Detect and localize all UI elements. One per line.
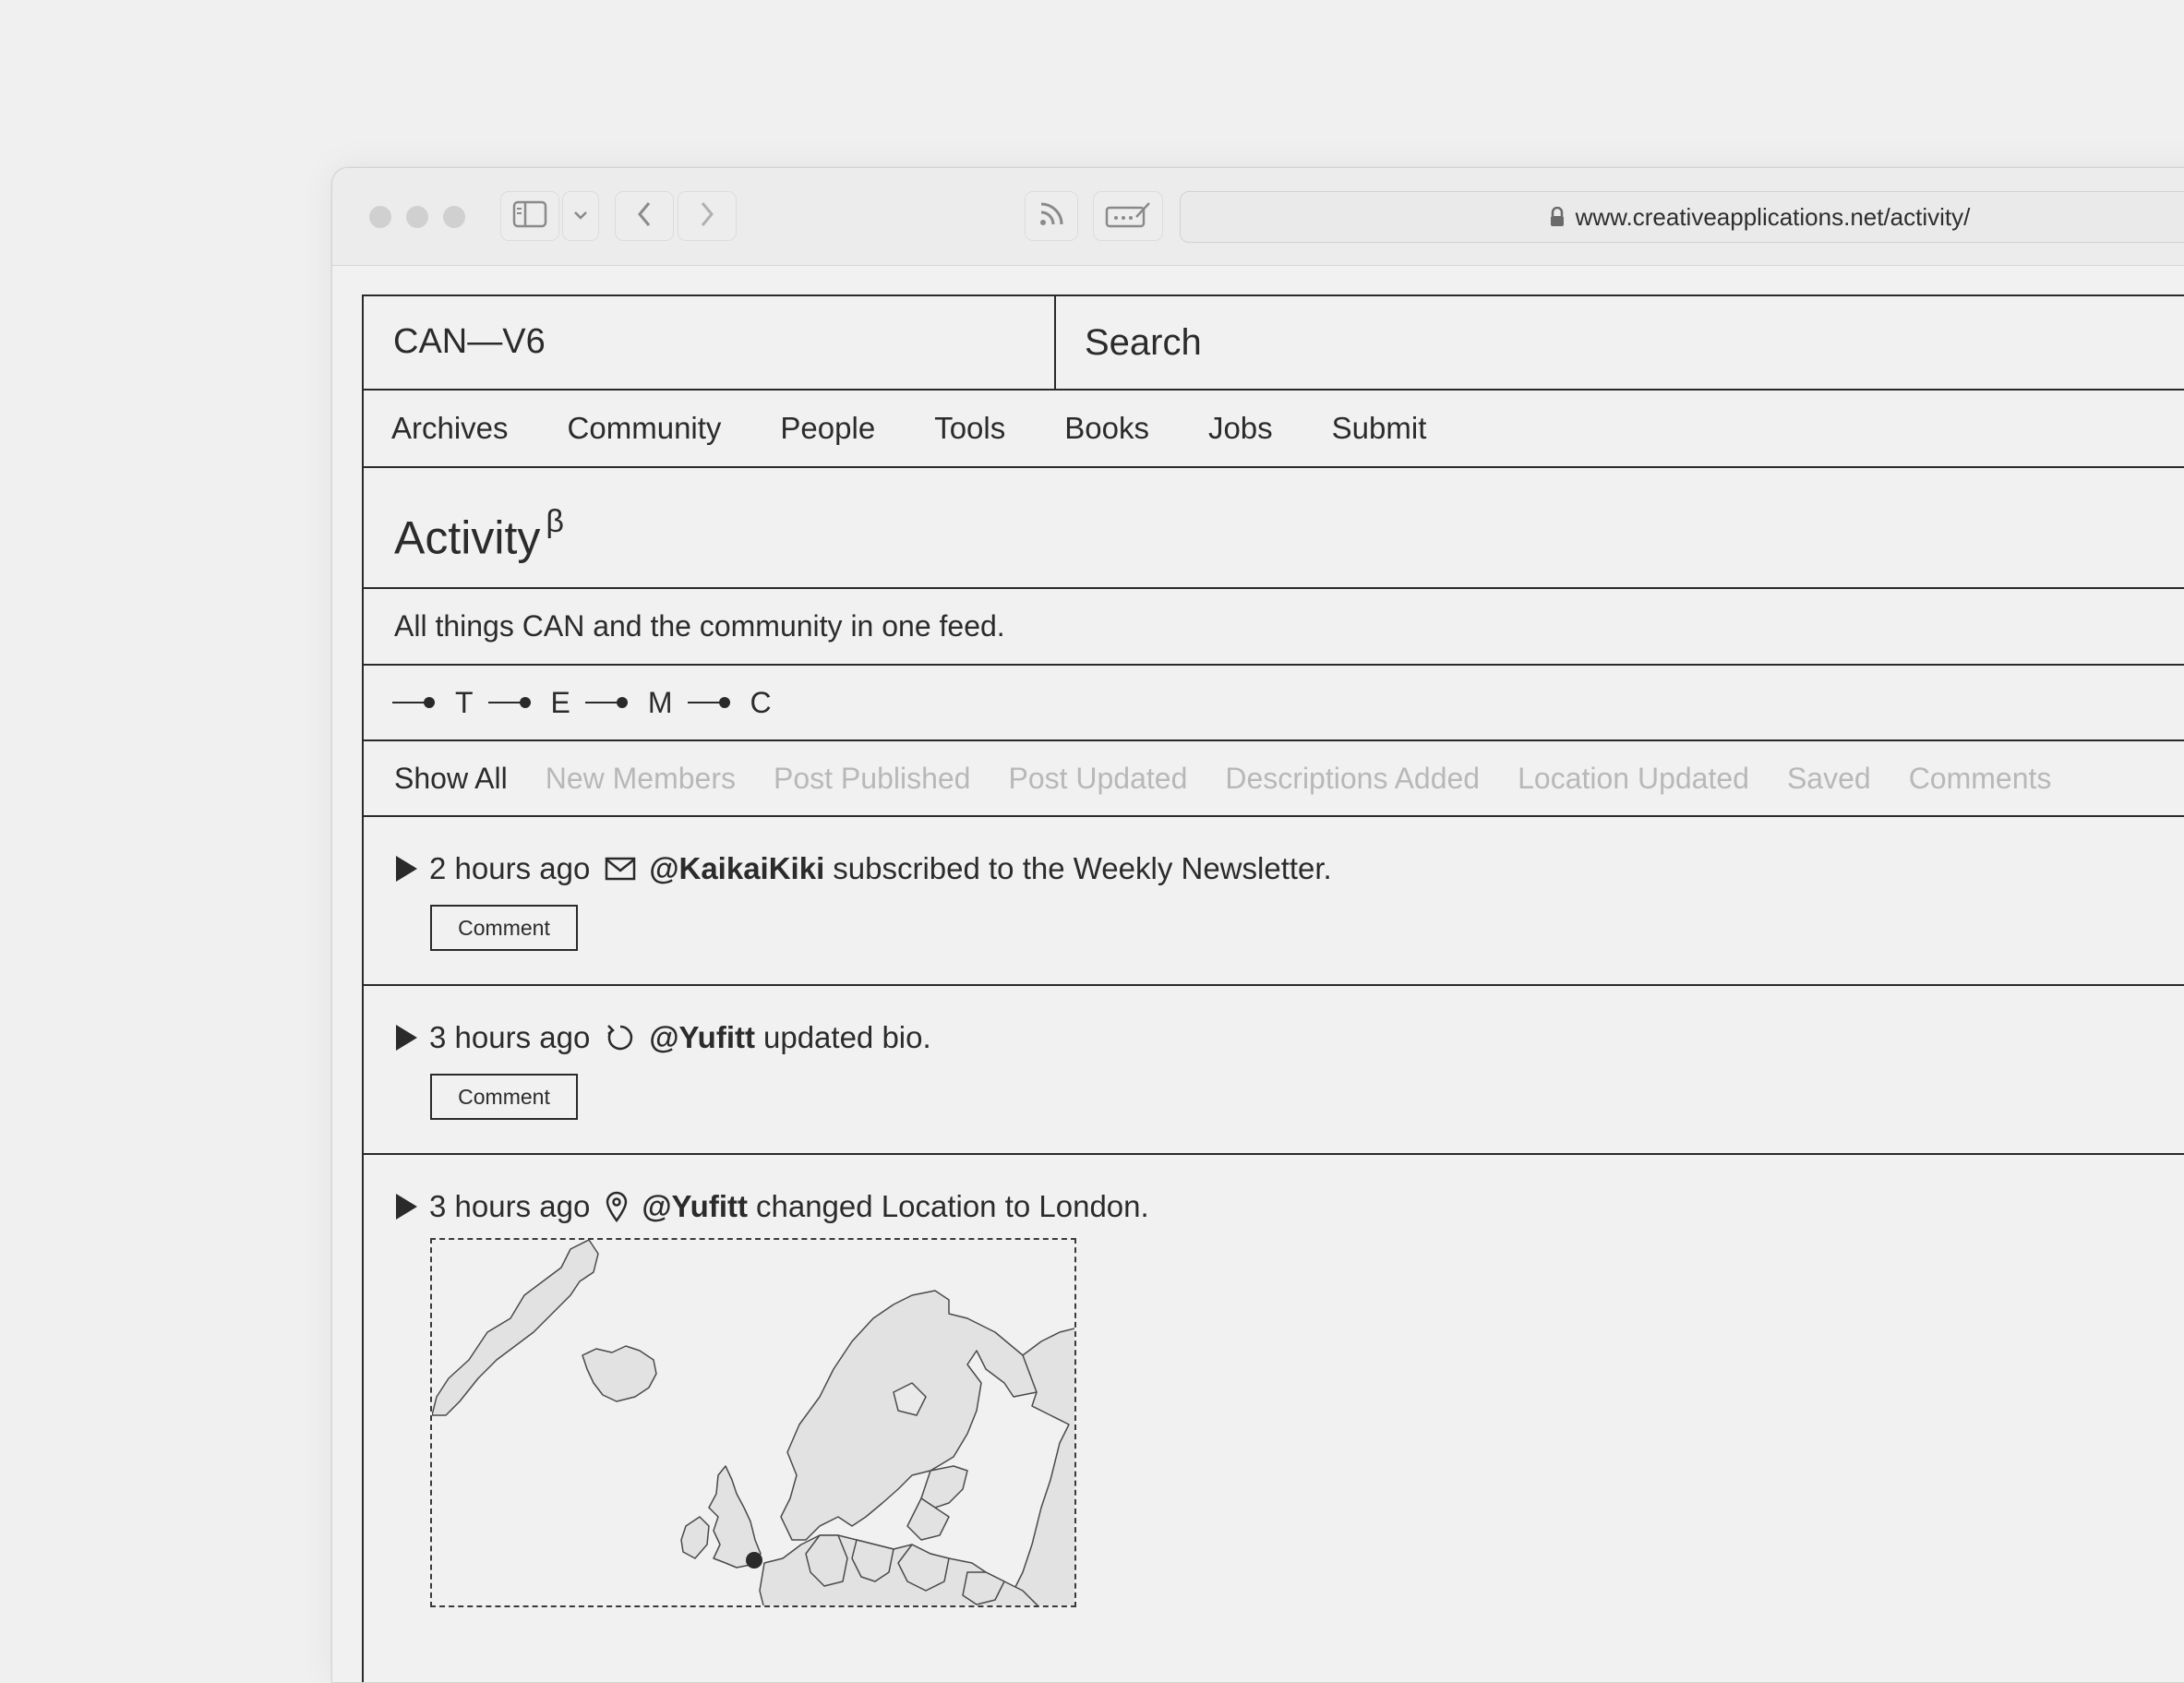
- page-title: Activity β: [364, 468, 2184, 597]
- username-link[interactable]: @Yufitt: [649, 1020, 755, 1055]
- browser-toolbar: www.creativeapplications.net/activity/: [332, 168, 2184, 266]
- legend-row: T E M C: [364, 666, 2184, 741]
- minimize-window-button[interactable]: [406, 206, 428, 228]
- sidebar-icon: [512, 200, 547, 233]
- filter-location-updated[interactable]: Location Updated: [1518, 762, 1749, 796]
- chevron-down-icon: [573, 208, 588, 224]
- browser-window: www.creativeapplications.net/activity/ C…: [331, 167, 2184, 1683]
- dot-line-icon: [487, 696, 536, 709]
- legend-item[interactable]: C: [750, 686, 772, 720]
- activity-filters: Show All New Members Post Published Post…: [364, 741, 2184, 815]
- address-bar[interactable]: www.creativeapplications.net/activity/: [1180, 191, 2184, 243]
- username-link[interactable]: @Yufitt: [642, 1189, 748, 1224]
- timestamp: 3 hours ago: [429, 1189, 591, 1223]
- activity-text: updated bio.: [762, 1020, 931, 1054]
- zoom-window-button[interactable]: [443, 206, 465, 228]
- legend-item[interactable]: T: [455, 686, 474, 720]
- nav-submit[interactable]: Submit: [1332, 411, 1427, 446]
- legend-item[interactable]: E: [551, 686, 570, 720]
- username-link[interactable]: @KaikaiKiki: [649, 851, 824, 886]
- title-row: Activity β: [364, 468, 2184, 589]
- feed-item: 3 hours ago @Yufitt changed Location to …: [394, 1189, 1149, 1224]
- rss-button[interactable]: [1025, 191, 1078, 241]
- location-pin-icon: [605, 1191, 629, 1222]
- filter-saved[interactable]: Saved: [1787, 762, 1871, 796]
- back-button[interactable]: [615, 191, 674, 241]
- feed-item: 2 hours ago @KaikaiKiki subscribed to th…: [364, 817, 2184, 986]
- filter-new-members[interactable]: New Members: [546, 762, 736, 796]
- edit-reader-button[interactable]: [1093, 191, 1163, 241]
- legend-item[interactable]: M: [648, 686, 673, 720]
- dot-line-icon: [687, 696, 736, 709]
- filter-row: Show All New Members Post Published Post…: [364, 741, 2184, 817]
- sidebar-toggle-button[interactable]: [500, 191, 559, 241]
- forward-button[interactable]: [678, 191, 737, 241]
- chevron-right-icon: [700, 201, 714, 232]
- timestamp: 3 hours ago: [429, 1020, 591, 1054]
- beta-badge: β: [546, 504, 564, 539]
- search-field[interactable]: Search: [1056, 296, 2184, 389]
- close-window-button[interactable]: [369, 206, 391, 228]
- site-header: CAN—V6 Search: [364, 296, 2184, 391]
- filter-post-published[interactable]: Post Published: [774, 762, 970, 796]
- timeline-legend: T E M C: [364, 666, 2184, 739]
- nav-archives[interactable]: Archives: [391, 411, 509, 446]
- rss-icon: [1038, 200, 1065, 233]
- page-content: CAN—V6 Search Archives Community People …: [362, 295, 2184, 1682]
- dot-line-icon: [392, 696, 440, 709]
- compose-icon: [1105, 200, 1151, 233]
- nav-people[interactable]: People: [780, 411, 875, 446]
- filter-show-all[interactable]: Show All: [394, 762, 508, 796]
- activity-text: subscribed to the Weekly Newsletter.: [833, 851, 1332, 885]
- activity-text: changed Location to London.: [755, 1189, 1149, 1223]
- envelope-icon: [605, 857, 636, 881]
- feed-item: 3 hours ago @Yufitt updated bio. Comment: [364, 986, 2184, 1155]
- url-text: www.creativeapplications.net/activity/: [1575, 202, 1971, 231]
- expand-triangle-icon[interactable]: [394, 1193, 418, 1220]
- comment-button[interactable]: Comment: [430, 1074, 578, 1120]
- expand-triangle-icon[interactable]: [394, 855, 418, 883]
- europe-map: [432, 1240, 1074, 1605]
- chevron-left-icon: [637, 201, 652, 232]
- tagline-row: All things CAN and the community in one …: [364, 589, 2184, 666]
- tab-group-dropdown-button[interactable]: [562, 191, 599, 241]
- filter-post-updated[interactable]: Post Updated: [1008, 762, 1187, 796]
- filter-descriptions-added[interactable]: Descriptions Added: [1225, 762, 1480, 796]
- filter-comments[interactable]: Comments: [1909, 762, 2052, 796]
- location-marker[interactable]: [746, 1552, 762, 1569]
- nav-books[interactable]: Books: [1064, 411, 1149, 446]
- comment-button[interactable]: Comment: [430, 905, 578, 951]
- page-tagline: All things CAN and the community in one …: [394, 609, 1005, 643]
- site-logo[interactable]: CAN—V6: [364, 296, 1056, 389]
- refresh-icon: [605, 1022, 636, 1053]
- page-title-text: Activity: [394, 511, 541, 564]
- main-nav: Archives Community People Tools Books Jo…: [364, 391, 2184, 468]
- nav-community[interactable]: Community: [568, 411, 722, 446]
- nav-tools[interactable]: Tools: [934, 411, 1005, 446]
- location-map[interactable]: [430, 1238, 1076, 1607]
- expand-triangle-icon[interactable]: [394, 1024, 418, 1052]
- nav-jobs[interactable]: Jobs: [1208, 411, 1273, 446]
- dot-line-icon: [584, 696, 633, 709]
- lock-icon: [1550, 207, 1565, 227]
- timestamp: 2 hours ago: [429, 851, 591, 885]
